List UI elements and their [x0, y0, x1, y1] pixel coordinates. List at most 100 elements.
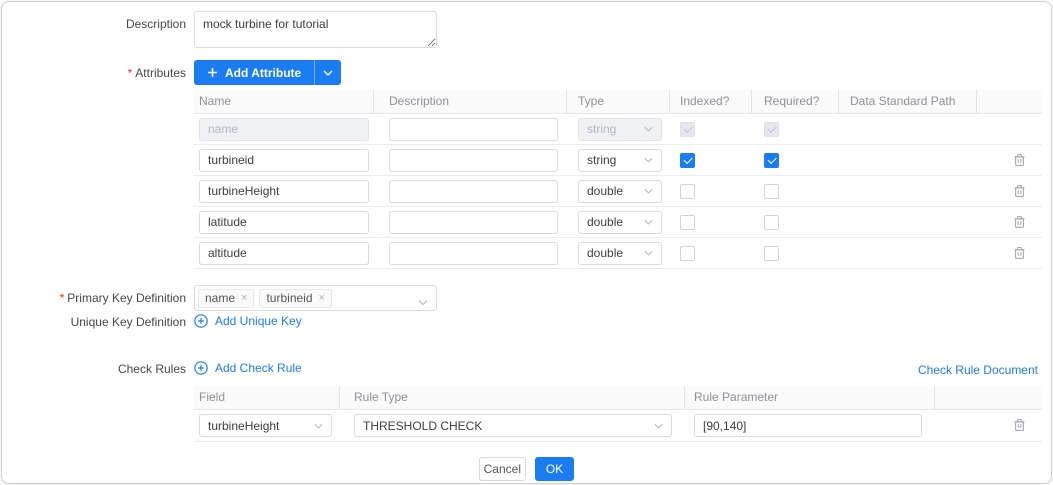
page-canvas: Description mock turbine for tutorial *A…	[0, 0, 1053, 485]
column-header-data-standard-path: Data Standard Path	[839, 90, 977, 113]
check-rules-row: Check Rules Add Check Rule	[2, 360, 1051, 376]
attribute-row: string	[194, 145, 1042, 176]
circle-plus-icon	[194, 361, 208, 375]
attribute-name-input[interactable]	[199, 242, 369, 265]
add-attribute-button[interactable]: Add Attribute	[194, 60, 341, 85]
attribute-row: double	[194, 176, 1042, 207]
column-header-actions	[935, 386, 1042, 409]
add-attribute-label: Add Attribute	[225, 66, 301, 80]
chevron-down-icon	[644, 157, 653, 163]
required-checkbox[interactable]	[764, 153, 779, 168]
attribute-row: double	[194, 238, 1042, 269]
delete-attribute-button[interactable]	[1011, 151, 1028, 169]
attributes-label: *Attributes	[2, 60, 186, 80]
attribute-name-input[interactable]	[199, 211, 369, 234]
delete-attribute-button[interactable]	[1011, 244, 1028, 262]
circle-plus-icon	[194, 314, 208, 328]
column-header-type: Type	[567, 90, 670, 113]
attribute-description-input[interactable]	[389, 211, 558, 234]
column-header-name: Name	[194, 90, 374, 113]
cancel-button[interactable]: Cancel	[479, 457, 526, 481]
indexed-checkbox[interactable]	[680, 153, 695, 168]
chevron-down-icon	[644, 126, 653, 132]
delete-check-rule-button[interactable]	[1011, 416, 1028, 434]
required-asterisk: *	[60, 291, 65, 305]
check-rule-row: turbineHeight THRESHOLD CHECK	[194, 410, 1042, 442]
dialog-footer: Cancel OK	[2, 457, 1051, 481]
model-edit-dialog: Description mock turbine for tutorial *A…	[1, 1, 1052, 484]
attribute-description-input[interactable]	[389, 180, 558, 203]
chevron-down-icon	[314, 423, 323, 429]
primary-key-label: *Primary Key Definition	[2, 285, 186, 305]
remove-tag-icon[interactable]: ×	[319, 293, 325, 304]
key-tag: name×	[198, 289, 254, 308]
add-unique-key-link[interactable]: Add Unique Key	[194, 313, 302, 328]
column-header-rule-type: Rule Type	[340, 386, 685, 409]
check-rules-table: Field Rule Type Rule Parameter turbineHe…	[194, 386, 1042, 442]
description-textarea[interactable]: mock turbine for tutorial	[194, 11, 437, 48]
trash-icon	[1013, 246, 1026, 260]
add-attribute-dropdown-toggle[interactable]	[314, 60, 341, 85]
required-checkbox[interactable]	[764, 246, 779, 261]
required-checkbox[interactable]	[764, 215, 779, 230]
primary-key-row: *Primary Key Definition name× turbineid×	[2, 285, 1051, 311]
column-header-actions	[977, 90, 1042, 113]
attributes-table-header: Name Description Type Indexed? Required?…	[194, 90, 1042, 114]
indexed-checkbox[interactable]	[680, 184, 695, 199]
chevron-down-icon	[644, 219, 653, 225]
add-attribute-main[interactable]: Add Attribute	[194, 60, 314, 85]
trash-icon	[1013, 418, 1026, 432]
trash-icon	[1013, 215, 1026, 229]
trash-icon	[1013, 153, 1026, 167]
key-tag: turbineid×	[259, 289, 331, 308]
required-checkbox[interactable]	[764, 184, 779, 199]
remove-tag-icon[interactable]: ×	[241, 293, 247, 304]
add-check-rule-link[interactable]: Add Check Rule	[194, 360, 302, 375]
attribute-name-input	[199, 118, 369, 141]
delete-attribute-button[interactable]	[1011, 213, 1028, 231]
description-label: Description	[2, 11, 186, 31]
chevron-down-icon	[644, 188, 653, 194]
chevron-down-icon	[323, 70, 333, 76]
column-header-rule-parameter: Rule Parameter	[685, 386, 935, 409]
attribute-description-input[interactable]	[389, 118, 558, 141]
unique-key-label: Unique Key Definition	[2, 313, 186, 329]
column-header-required: Required?	[752, 90, 839, 113]
check-rules-table-header: Field Rule Type Rule Parameter	[194, 386, 1042, 410]
attribute-type-select[interactable]: double	[578, 242, 662, 265]
required-asterisk: *	[128, 66, 133, 80]
attribute-type-select[interactable]: double	[578, 211, 662, 234]
description-row: Description mock turbine for tutorial	[2, 11, 1051, 48]
attributes-row: *Attributes Add Attribute	[2, 60, 1051, 85]
attribute-type-select: string	[578, 118, 662, 141]
delete-attribute-button[interactable]	[1011, 182, 1028, 200]
column-header-indexed: Indexed?	[670, 90, 752, 113]
column-header-field: Field	[194, 386, 340, 409]
chevron-down-icon	[644, 250, 653, 256]
trash-icon	[1013, 184, 1026, 198]
chevron-down-icon	[654, 423, 663, 429]
indexed-checkbox[interactable]	[680, 215, 695, 230]
attribute-description-input[interactable]	[389, 242, 558, 265]
chevron-down-icon	[418, 299, 428, 306]
attribute-type-select[interactable]: string	[578, 149, 662, 172]
ok-button[interactable]: OK	[535, 457, 574, 481]
attribute-row: string	[194, 114, 1042, 145]
field-select[interactable]: turbineHeight	[199, 414, 332, 437]
attributes-table: Name Description Type Indexed? Required?…	[194, 90, 1042, 269]
check-rule-document-link[interactable]: Check Rule Document	[918, 363, 1038, 377]
attribute-name-input[interactable]	[199, 149, 369, 172]
unique-key-row: Unique Key Definition Add Unique Key	[2, 313, 1051, 329]
attribute-type-select[interactable]: double	[578, 180, 662, 203]
required-checkbox	[764, 122, 779, 137]
plus-icon	[207, 67, 218, 78]
indexed-checkbox[interactable]	[680, 246, 695, 261]
primary-key-select[interactable]: name× turbineid×	[194, 285, 437, 311]
rule-parameter-input[interactable]	[694, 414, 922, 437]
attribute-name-input[interactable]	[199, 180, 369, 203]
attribute-description-input[interactable]	[389, 149, 558, 172]
check-rules-label: Check Rules	[2, 360, 186, 376]
rule-type-select[interactable]: THRESHOLD CHECK	[354, 414, 672, 437]
column-header-description: Description	[374, 90, 567, 113]
indexed-checkbox	[680, 122, 695, 137]
